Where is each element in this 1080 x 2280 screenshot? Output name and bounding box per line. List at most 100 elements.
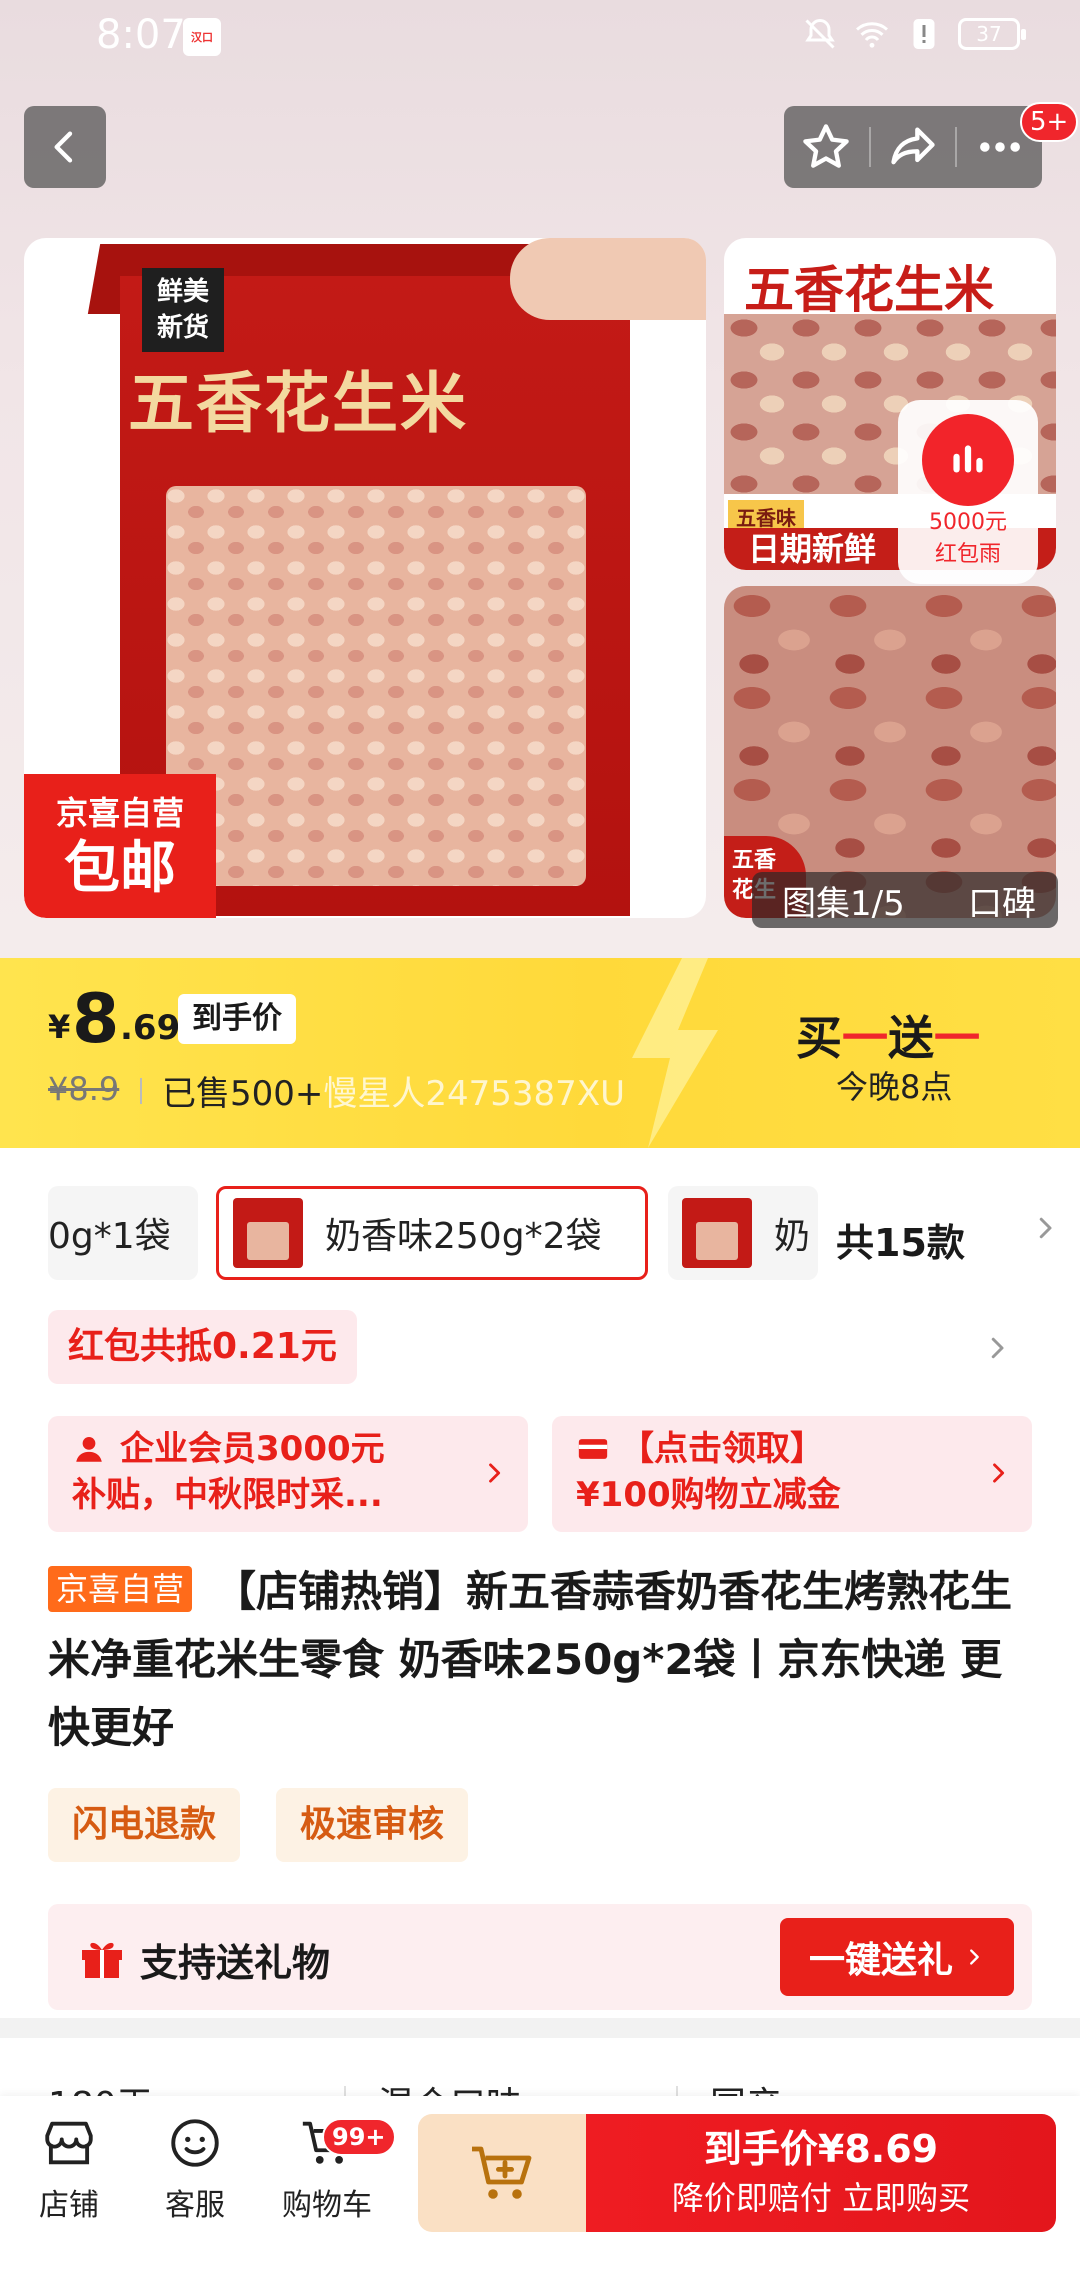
section-gap [0,2018,1080,2038]
chevron-right-icon [970,1949,979,1965]
gallery-reputation: 口碑 [968,883,1036,924]
promo-row: 企业会员3000元 [72,1426,528,1472]
red-packet-amount: 5000元 [929,510,1007,535]
peanut-window [166,486,586,886]
favorite-button[interactable] [784,106,869,188]
watermark-text: 慢星人2475387XU [323,1074,625,1114]
red-packet-coupon[interactable]: 红包共抵0.21元 [48,1310,357,1384]
alert-icon [913,19,935,49]
self-operated-badge: 京喜自营 包邮 [24,774,216,918]
variant-label: 0g*1袋 [48,1216,171,1257]
red-packet-widget[interactable]: 5000元 红包雨 [898,400,1038,584]
service-tab[interactable]: 客服 [140,2114,250,2224]
buy-price: 到手价¥8.69 [703,2127,939,2171]
chevron-right-icon [489,1463,501,1483]
chevron-right-icon[interactable] [982,1328,1012,1368]
header-actions [784,106,1042,188]
promo-get: 送 [888,1011,934,1065]
bottom-action-bar: 店铺 客服 购物车 99+ 到手价¥8.69 降价即赔付 立即购买 [0,2096,1080,2280]
variant-count[interactable]: 共15款 [836,1212,965,1267]
person-icon [76,1436,102,1462]
variant-chip-selected[interactable]: 奶香味250g*2袋 [216,1186,648,1280]
red-packet-icon [922,414,1014,506]
wifi-icon [856,22,888,48]
feature-tag: 闪电退款 [48,1788,241,1862]
status-icons: 37 [802,16,1026,52]
chevron-left-icon [54,131,73,163]
bag-title: 五香花生米 [128,365,468,442]
status-time: 8:07 [96,12,186,58]
gallery-count: 图集1/5 [782,883,905,924]
price-banner: ¥ 8 .69 到手价 ¥8.9 已售500+慢星人2475387XU 买一送一… [0,958,1080,1148]
promo-dash: 一 [842,1011,888,1065]
store-tab[interactable]: 店铺 [14,2114,124,2224]
product-title-text: 【店铺热销】新五香蒜香奶香花生烤熟花生米净重花米生零食 奶香味250g*2袋丨京… [48,1567,1013,1752]
variant-label: 奶 [774,1216,811,1257]
badge-line2: 包邮 [64,836,176,901]
variant-chip[interactable]: 奶 [668,1186,818,1280]
cart-label: 购物车 [282,2188,372,2223]
variant-chip[interactable]: 0g*1袋 [48,1186,198,1280]
chevron-right-icon [993,1463,1005,1483]
buy-one-get-one[interactable]: 买一送一 [796,1002,980,1068]
thumb1-title: 五香花生米 [744,261,994,319]
gift-row: 支持送礼物 一键送礼 [48,1904,1032,2010]
price-decimal: .69 [120,1008,181,1048]
status-bar: 8:07 汉口 37 [0,0,1080,74]
store-label: 店铺 [39,2188,99,2223]
customer-service-icon [171,2119,219,2167]
variant-label: 奶香味250g*2袋 [325,1216,602,1257]
promo-line1: 企业会员3000元 [120,1429,385,1469]
more-icon [979,142,1020,152]
share-icon [891,127,935,165]
promo-dash: 一 [934,1011,980,1065]
promo-line2: 补贴，中秋限时采... [72,1475,383,1515]
bag-fresh-tag: 鲜美 新货 [142,268,224,352]
service-label: 客服 [165,2188,225,2223]
battery-level: 37 [976,22,1002,46]
hand-graphic [510,238,706,320]
back-button[interactable] [24,106,106,188]
bag-tag-line2: 新货 [156,313,209,343]
final-price-tag: 到手价 [178,994,296,1044]
share-button[interactable] [871,106,956,188]
promo-time: 今晚8点 [836,1068,953,1106]
buy-subtitle: 降价即赔付 立即购买 [671,2179,971,2217]
product-title: 京喜自营 【店铺热销】新五香蒜香奶香花生烤熟花生米净重花米生零食 奶香味250g*… [48,1558,1038,1762]
price-currency: ¥ [48,1008,71,1046]
main-product-image[interactable]: 鲜美 新货 五香花生米 京喜自营 包邮 [24,238,706,918]
app-notification-icon: 汉口 [183,18,221,56]
chevron-right-icon[interactable] [1030,1208,1060,1248]
gift-label: 支持送礼物 [140,1941,331,1985]
sold-text: 已售500+ [162,1074,324,1114]
voucher-card[interactable]: 【点击领取】 ¥100购物立减金 [552,1416,1032,1532]
variant-thumbnail [682,1198,752,1268]
bag-tag-line1: 鲜美 [156,277,209,307]
original-price: ¥8.9 [48,1070,120,1108]
sold-count: 已售500+慢星人2475387XU [162,1066,625,1115]
feature-tag: 极速审核 [276,1788,469,1862]
thumbnail-2[interactable]: 五香 花生 [724,586,1056,918]
send-gift-button[interactable]: 一键送礼 [780,1918,1014,1996]
price-divider [140,1078,142,1104]
add-to-cart-button[interactable] [418,2114,586,2232]
message-badge: 5+ [1020,102,1079,142]
lightning-icon [632,958,718,1148]
enterprise-subsidy-card[interactable]: 企业会员3000元 补贴，中秋限时采... [48,1416,528,1532]
battery-icon: 37 [958,18,1026,50]
card-icon [578,1439,608,1459]
gift-icon [82,1942,122,1978]
send-gift-label: 一键送礼 [808,1940,953,1981]
gallery-counter[interactable]: 图集1/5 口碑 [752,872,1058,928]
star-icon [803,124,850,168]
buy-now-button[interactable]: 到手价¥8.69 降价即赔付 立即购买 [586,2114,1056,2232]
product-detail-page: 8:07 汉口 37 5+ 鲜美 新货 五香花生米 京喜自营 包邮 五香花生米 … [0,0,1080,2280]
variant-selector: 0g*1袋 奶香味250g*2袋 奶 共15款 [48,1186,1052,1280]
badge-line1: 京喜自营 [55,794,184,832]
variant-thumbnail [233,1198,303,1268]
promo-row: 【点击领取】 [576,1426,1032,1472]
bars-icon [953,445,983,473]
red-packet-label: 红包雨 [934,542,1001,567]
promo-line1: 【点击领取】 [620,1429,824,1469]
store-icon [45,2121,93,2165]
